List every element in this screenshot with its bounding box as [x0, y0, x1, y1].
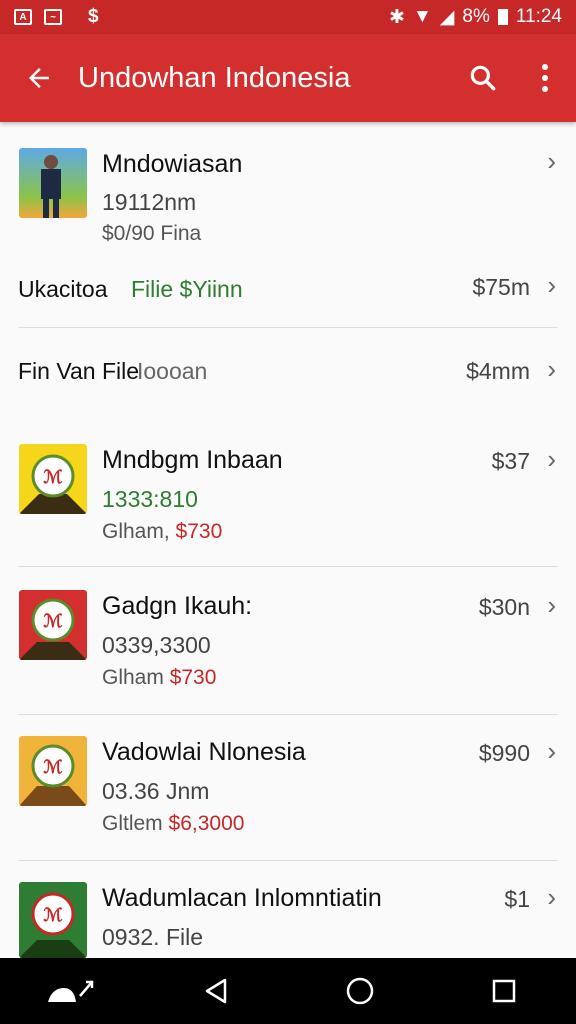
battery-percent: 8% — [462, 6, 490, 27]
item-subtext-price: $730 — [169, 666, 217, 689]
status-bar: A ~ $ ✱ ▼ ◢ 8% 11:24 — [0, 0, 576, 34]
signal-icon: ◢ — [439, 6, 455, 28]
svg-text:ℳ: ℳ — [43, 611, 63, 631]
divider — [18, 860, 558, 861]
notification-icon: A — [14, 9, 32, 25]
svg-text:ℳ: ℳ — [43, 757, 63, 777]
item-thumbnail: ℳ — [19, 444, 87, 514]
item-title: Vadowlai Nlonesia — [102, 738, 306, 766]
divider — [18, 714, 558, 715]
chevron-right-icon: › — [547, 444, 556, 474]
search-button[interactable] — [452, 34, 514, 122]
assistant-icon — [48, 980, 94, 1002]
list-item[interactable]: ℳ Gadgn Ikauh: 0339,3300 Glham $730 $30n… — [0, 578, 576, 718]
list-item[interactable]: Mndowiasan 19112nm $0/90 Fina › — [0, 122, 576, 252]
bluetooth-icon: ✱ — [389, 6, 405, 28]
page-title: Undowhan Indonesia — [78, 61, 351, 94]
info-row[interactable]: Ukacitoa Filie $Yiinn $75m › — [0, 262, 576, 312]
more-options-button[interactable] — [514, 34, 576, 122]
home-nav-button[interactable] — [330, 961, 390, 1021]
info-value: Filie $Yiinn — [131, 276, 243, 302]
list-item[interactable]: ℳ Mndbgm Inbaan 1333:810 Glham, $730 $37… — [0, 432, 576, 572]
item-detail: 1333:810 — [102, 486, 198, 512]
wifi-icon: ▼ — [412, 6, 432, 27]
battery-icon — [497, 9, 508, 25]
chevron-right-icon: › — [547, 354, 556, 384]
item-price: $1 — [504, 886, 530, 912]
item-price: $990 — [478, 740, 530, 766]
item-title: Mndowiasan — [102, 150, 243, 178]
recents-nav-button[interactable] — [474, 961, 534, 1021]
search-icon — [470, 65, 496, 91]
item-detail: 0932. File — [102, 924, 204, 950]
item-thumbnail: ℳ — [19, 590, 87, 660]
chevron-right-icon: › — [547, 882, 556, 912]
chevron-right-icon: › — [547, 590, 556, 620]
item-subtext: Glham $730 — [102, 666, 216, 690]
item-title: Gadgn Ikauh: — [102, 592, 253, 620]
back-nav-icon — [205, 978, 227, 1004]
back-button[interactable] — [0, 34, 78, 122]
assistant-button[interactable] — [42, 961, 102, 1021]
svg-text:ℳ: ℳ — [43, 905, 63, 925]
item-price: $30n — [478, 594, 530, 620]
divider — [18, 327, 558, 328]
item-thumbnail: ℳ — [19, 882, 87, 958]
info-label: Ukacitoa — [18, 276, 108, 302]
item-thumbnail: ℳ — [19, 736, 87, 806]
info-row[interactable]: Fin Van File Ioooan $4mm › — [0, 344, 576, 394]
item-title: Mndbgm Inbaan — [102, 446, 283, 474]
recents-nav-icon — [492, 979, 516, 1003]
item-subtext-price: $6,3000 — [168, 812, 245, 835]
svg-text:ℳ: ℳ — [43, 467, 63, 487]
dollar-notification-icon: $ — [88, 6, 99, 27]
back-arrow-icon — [29, 68, 49, 88]
item-detail: 19112nm — [102, 189, 197, 215]
info-price: $4mm — [466, 358, 530, 384]
item-title: Wadumlacan Inlomntiatin — [102, 884, 382, 912]
divider — [18, 566, 558, 567]
info-label: Fin Van File — [18, 358, 140, 384]
item-price: $37 — [491, 448, 530, 474]
item-subtext: $0/90 Fina — [102, 222, 202, 245]
item-detail: 03.36 Jnm — [102, 778, 210, 804]
item-thumbnail — [19, 148, 87, 218]
navigation-bar — [0, 958, 576, 1024]
item-subtext-price: $730 — [175, 520, 223, 543]
app-bar: Undowhan Indonesia — [0, 34, 576, 122]
chevron-right-icon: › — [547, 146, 556, 176]
list-item[interactable]: ℳ Vadowlai Nlonesia 03.36 Jnm Gltlem $6,… — [0, 724, 576, 864]
clock: 11:24 — [515, 6, 562, 27]
back-nav-button[interactable] — [186, 961, 246, 1021]
item-subtext: Gltlem $6,3000 — [102, 812, 244, 836]
home-nav-icon — [346, 977, 374, 1005]
item-detail: 0339,3300 — [102, 632, 211, 658]
more-vert-icon — [542, 64, 548, 92]
info-value: Ioooan — [137, 358, 208, 384]
chevron-right-icon: › — [547, 270, 556, 300]
item-subtext-label: Gltlem — [102, 812, 163, 835]
item-subtext-label: Glham — [102, 666, 164, 689]
list-item[interactable]: ℳ Wadumlacan Inlomntiatin 0932. File $1 … — [0, 870, 576, 958]
item-subtext: Glham, $730 — [102, 520, 222, 544]
item-subtext-label: Glham, — [102, 520, 170, 543]
chevron-right-icon: › — [547, 736, 556, 766]
image-notification-icon: ~ — [44, 9, 62, 25]
info-price: $75m — [472, 274, 530, 300]
